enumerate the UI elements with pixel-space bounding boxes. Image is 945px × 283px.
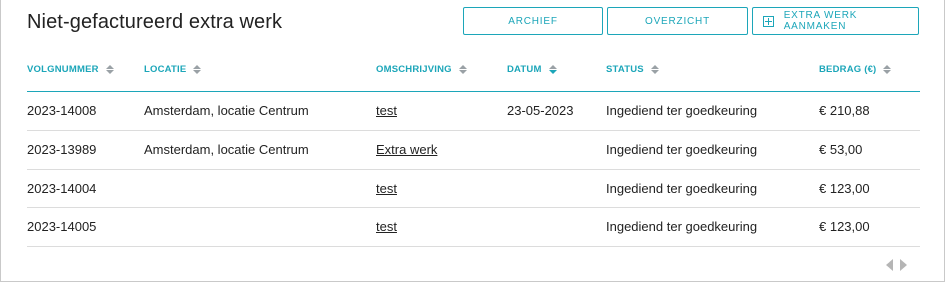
sort-icon — [883, 65, 892, 74]
cell-amount: € 53,00 — [819, 142, 863, 157]
add-extra-work-button[interactable]: EXTRA WERK AANMAKEN — [752, 7, 919, 35]
cell-description-link[interactable]: test — [376, 103, 397, 118]
cell-location: Amsterdam, locatie Centrum — [144, 142, 309, 157]
sort-descending-icon — [548, 65, 557, 74]
sort-icon — [105, 65, 114, 74]
scroll-right-icon[interactable] — [900, 259, 907, 271]
scroll-left-icon[interactable] — [886, 259, 893, 271]
cell-description-link[interactable]: Extra werk — [376, 142, 437, 157]
cell-date: 23-05-2023 — [507, 103, 574, 118]
column-header-amount[interactable]: BEDRAG (€) — [819, 64, 892, 75]
column-header-number[interactable]: VOLGNUMMER — [27, 64, 114, 75]
column-header-date-label: DATUM — [507, 64, 542, 75]
page-title: Niet-gefactureerd extra werk — [27, 11, 283, 33]
column-header-description-label: OMSCHRIJVING — [376, 64, 452, 75]
cell-location: Amsterdam, locatie Centrum — [144, 103, 309, 118]
column-header-description[interactable]: OMSCHRIJVING — [376, 64, 467, 75]
plus-square-icon — [763, 15, 774, 27]
sort-icon — [458, 65, 467, 74]
column-header-status-label: STATUS — [606, 64, 644, 75]
column-header-number-label: VOLGNUMMER — [27, 64, 99, 75]
cell-status: Ingediend ter goedkeuring — [606, 181, 758, 196]
column-header-status[interactable]: STATUS — [606, 64, 659, 75]
cell-amount: € 123,00 — [819, 181, 870, 196]
cell-number: 2023-14004 — [27, 181, 97, 196]
sort-icon — [193, 65, 202, 74]
sort-icon — [650, 65, 659, 74]
add-extra-work-label: EXTRA WERK AANMAKEN — [783, 10, 858, 32]
archive-button[interactable]: ARCHIEF — [463, 7, 603, 35]
cell-description-link[interactable]: test — [376, 181, 397, 196]
column-header-date[interactable]: DATUM — [507, 64, 557, 75]
cell-amount: € 123,00 — [819, 219, 870, 234]
extra-work-panel: Niet-gefactureerd extra werk ARCHIEF OVE… — [0, 0, 945, 282]
cell-status: Ingediend ter goedkeuring — [606, 219, 758, 234]
column-header-location[interactable]: LOCATIE — [144, 64, 202, 75]
cell-amount: € 210,88 — [819, 103, 870, 118]
cell-description-link[interactable]: test — [376, 219, 397, 234]
column-header-location-label: LOCATIE — [144, 64, 187, 75]
cell-number: 2023-14005 — [27, 219, 97, 234]
cell-number: 2023-14008 — [27, 103, 97, 118]
row-divider — [27, 130, 920, 131]
row-divider — [27, 169, 920, 170]
cell-status: Ingediend ter goedkeuring — [606, 103, 758, 118]
row-divider — [27, 207, 920, 208]
header-divider — [27, 91, 920, 92]
cell-status: Ingediend ter goedkeuring — [606, 142, 758, 157]
overview-button[interactable]: OVERZICHT — [607, 7, 748, 35]
cell-number: 2023-13989 — [27, 142, 97, 157]
row-divider — [27, 246, 920, 247]
column-header-amount-label: BEDRAG (€) — [819, 64, 877, 75]
